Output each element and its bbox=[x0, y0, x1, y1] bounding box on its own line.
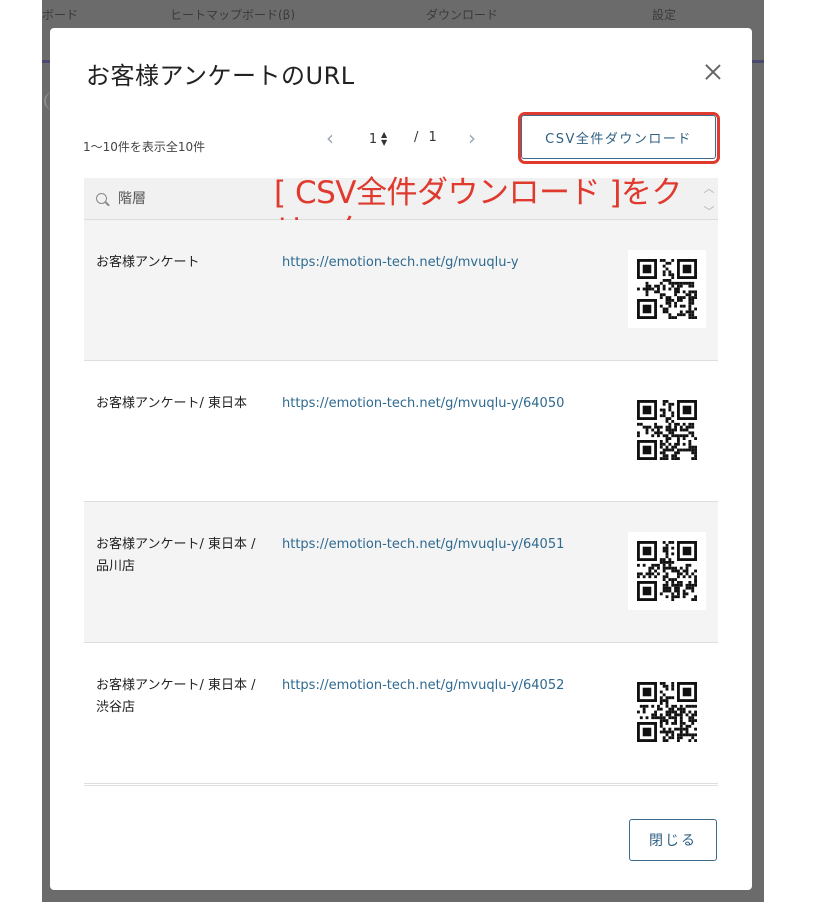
qr-code-icon bbox=[628, 250, 706, 328]
chevron-right-icon[interactable]: › bbox=[462, 128, 482, 148]
background-topbar: ボード ヒートマップボード(β) ダウンロード 設定 bbox=[42, 0, 764, 20]
close-button[interactable]: 閉じる bbox=[629, 819, 717, 861]
hierarchy-label: お客様アンケート/ 東日本 bbox=[96, 396, 247, 411]
survey-url-modal: お客様アンケートのURL 1〜10件を表示全10件 ‹ 1 ▲ ▼ / 1 › … bbox=[50, 28, 752, 890]
qr-code-icon bbox=[628, 532, 706, 610]
chevron-left-icon[interactable]: ‹ bbox=[320, 128, 340, 148]
qr-code-icon bbox=[628, 391, 706, 469]
page-total: / 1 bbox=[414, 130, 440, 145]
scroll-up-icon[interactable]: ︿ bbox=[702, 180, 716, 195]
hierarchy-label: お客様アンケート bbox=[96, 255, 200, 270]
survey-url-link[interactable]: https://emotion-tech.net/g/mvuqlu-y/6405… bbox=[282, 675, 564, 697]
list-item: お客様アンケート/ 東日本 https://emotion-tech.net/g… bbox=[84, 361, 718, 502]
hierarchy-label: お客様アンケート/ 東日本 / 品川店 bbox=[96, 537, 256, 574]
footer-divider bbox=[84, 785, 718, 786]
stepper-arrows[interactable]: ▲ ▼ bbox=[381, 131, 387, 147]
qr-code-icon bbox=[628, 673, 706, 751]
background-tab: ヒートマップボード(β) bbox=[170, 8, 296, 20]
survey-url-link[interactable]: https://emotion-tech.net/g/mvuqlu-y/6405… bbox=[282, 393, 564, 415]
list-item: お客様アンケート/ 東日本 / 品川店 https://emotion-tech… bbox=[84, 502, 718, 643]
background-tab: ボード bbox=[42, 8, 79, 20]
search-icon bbox=[96, 193, 107, 204]
list-item: お客様アンケート https://emotion-tech.net/g/mvuq… bbox=[84, 220, 718, 361]
background-tab: ダウンロード bbox=[426, 8, 499, 20]
scroll-down-icon[interactable]: ﹀ bbox=[702, 203, 716, 218]
survey-url-link[interactable]: https://emotion-tech.net/g/mvuqlu-y bbox=[282, 252, 519, 274]
background-tab: 設定 bbox=[652, 8, 677, 20]
csv-download-button[interactable]: CSV全件ダウンロード bbox=[521, 115, 716, 159]
result-count: 1〜10件を表示全10件 bbox=[83, 140, 206, 154]
survey-url-link[interactable]: https://emotion-tech.net/g/mvuqlu-y/6405… bbox=[282, 534, 564, 556]
close-icon[interactable] bbox=[702, 61, 724, 83]
modal-title: お客様アンケートのURL bbox=[86, 62, 355, 90]
current-page: 1 bbox=[368, 131, 378, 147]
url-list: お客様アンケート https://emotion-tech.net/g/mvuq… bbox=[84, 220, 718, 786]
page-number-stepper[interactable]: 1 ▲ ▼ bbox=[366, 128, 402, 150]
hierarchy-label: お客様アンケート/ 東日本 / 渋谷店 bbox=[96, 678, 256, 715]
caret-down-icon[interactable]: ▼ bbox=[381, 139, 387, 147]
search-input[interactable] bbox=[118, 188, 258, 210]
list-item: お客様アンケート/ 東日本 / 渋谷店 https://emotion-tech… bbox=[84, 643, 718, 784]
